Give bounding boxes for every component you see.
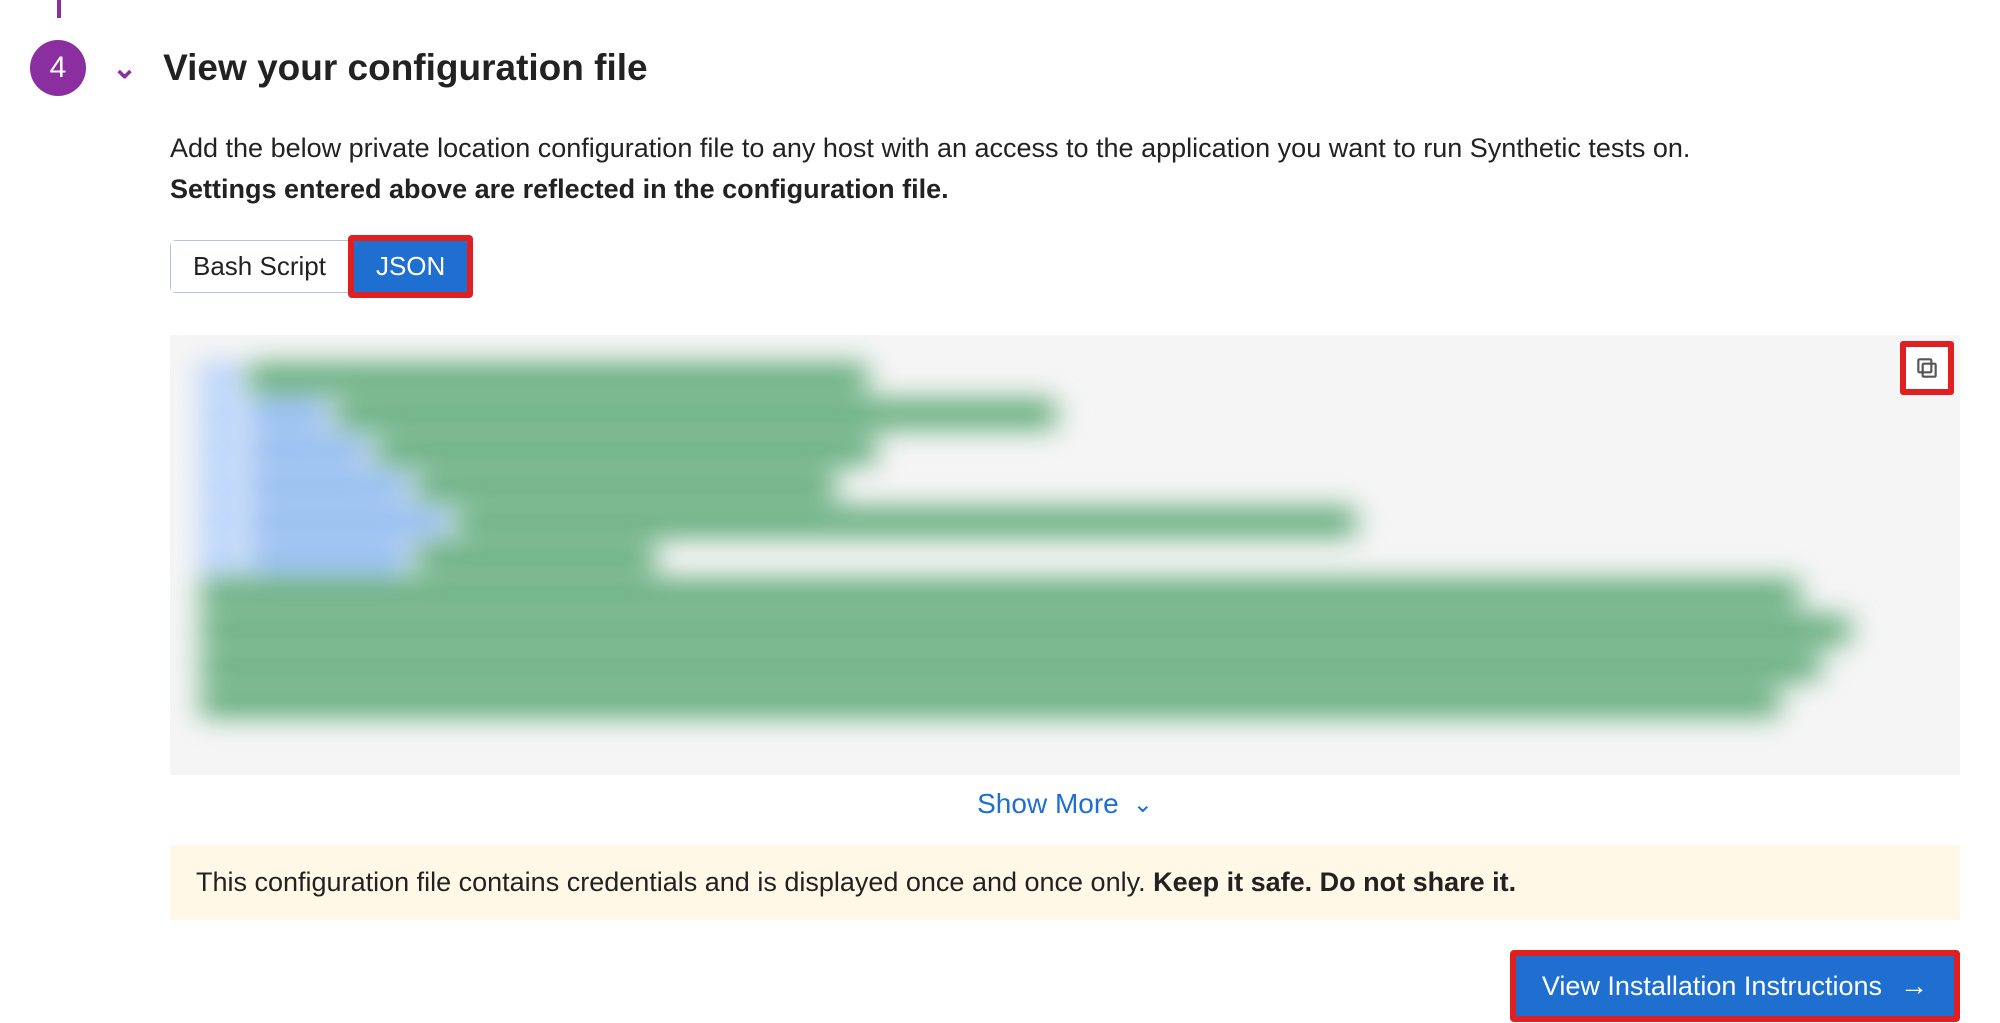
view-installation-instructions-button[interactable]: View Installation Instructions → [1516,956,1954,1016]
json-tab-highlight: JSON [348,235,473,298]
cta-highlight: View Installation Instructions → [1510,950,1960,1022]
blurred-config-content [200,365,1880,755]
step-connector-line [57,0,61,18]
description-line1: Add the below private location configura… [170,133,1690,163]
show-more-label: Show More [977,788,1119,820]
description-line2: Settings entered above are reflected in … [170,174,949,204]
config-code-panel [170,335,1960,775]
warning-bold: Keep it safe. Do not share it. [1153,867,1516,897]
warning-text: This configuration file contains credent… [196,867,1153,897]
bash-script-tab[interactable]: Bash Script [171,241,348,292]
section-header: 4 ⌄ View your configuration file [30,40,648,96]
chevron-down-icon[interactable]: ⌄ [112,51,137,86]
cta-label: View Installation Instructions [1542,971,1882,1002]
show-more-link[interactable]: Show More ⌄ [977,788,1153,820]
step-number-badge: 4 [30,40,86,96]
arrow-right-icon: → [1900,970,1928,1002]
section-description: Add the below private location configura… [170,128,1690,209]
copy-button[interactable] [1900,341,1954,395]
format-toggle-group: Bash Script JSON [170,240,468,293]
credentials-warning-banner: This configuration file contains credent… [170,845,1960,920]
chevron-down-icon: ⌄ [1133,790,1153,819]
section-title: View your configuration file [163,47,648,89]
show-more-row: Show More ⌄ [170,788,1960,820]
json-tab[interactable]: JSON [354,241,467,292]
copy-icon [1914,355,1940,381]
